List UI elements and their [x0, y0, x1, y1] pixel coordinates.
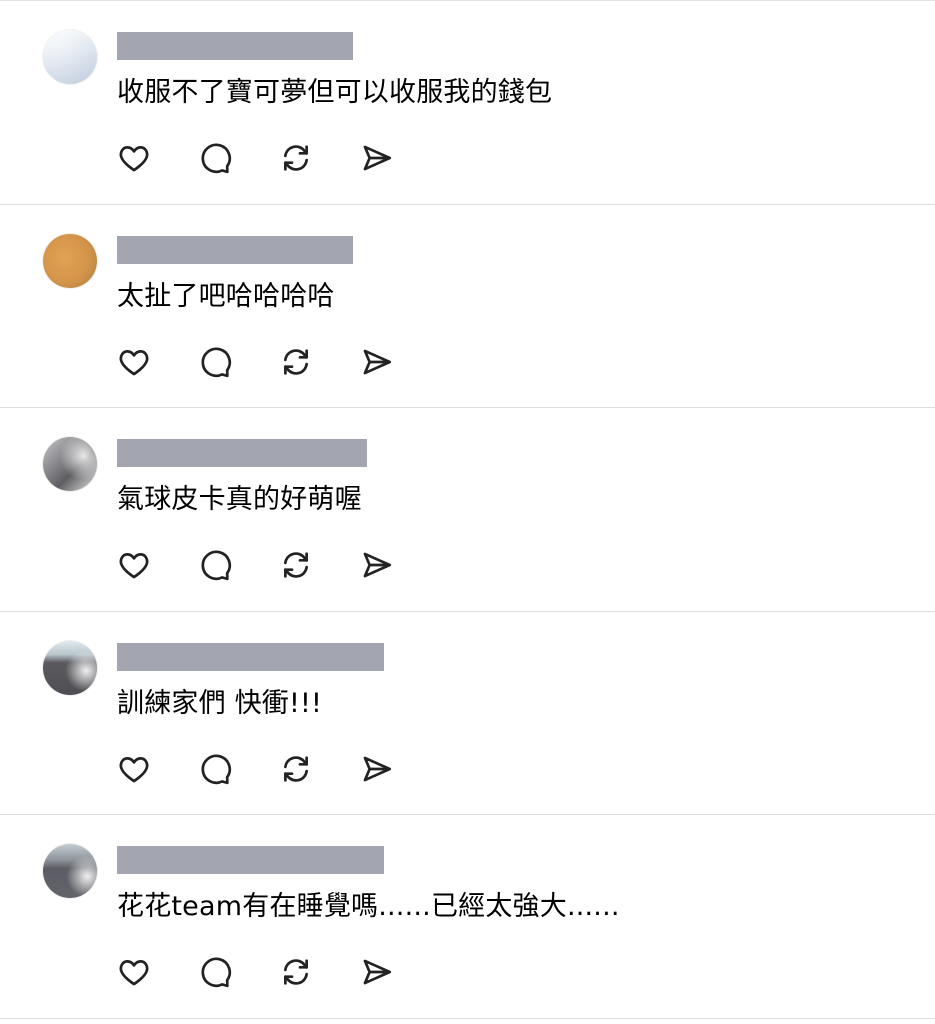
- comment-button[interactable]: [195, 342, 235, 382]
- send-icon: [363, 756, 392, 782]
- share-button[interactable]: [357, 138, 397, 178]
- heart-icon: [119, 960, 149, 986]
- share-button[interactable]: [357, 952, 397, 992]
- speech-bubble-icon: [201, 347, 232, 377]
- username-redacted[interactable]: [117, 846, 384, 875]
- action-bar: [114, 341, 438, 383]
- repost-icon: [284, 756, 308, 782]
- avatar[interactable]: [43, 437, 97, 492]
- username-redacted[interactable]: [117, 439, 367, 468]
- comment-button[interactable]: [195, 952, 235, 992]
- heart-icon: [119, 146, 149, 172]
- heart-icon: [119, 349, 149, 375]
- send-icon: [363, 959, 392, 985]
- reply-post: 訓練家們 快衝!!!: [0, 612, 935, 816]
- heart-icon: [119, 756, 149, 783]
- speech-bubble-icon: [201, 754, 232, 785]
- post-text: 收服不了寶可夢但可以收服我的錢包: [117, 77, 553, 108]
- speech-bubble-icon: [201, 550, 232, 581]
- avatar[interactable]: [43, 233, 97, 288]
- post-text: 訓練家們 快衝!!!: [117, 687, 323, 719]
- speech-bubble-icon: [201, 143, 232, 174]
- repost-button[interactable]: [276, 342, 316, 382]
- reply-post: 收服不了寶可夢但可以收服我的錢包: [0, 1, 935, 205]
- avatar[interactable]: [43, 844, 97, 899]
- like-button[interactable]: [114, 952, 154, 992]
- share-button[interactable]: [357, 342, 397, 382]
- repost-icon: [284, 348, 308, 375]
- avatar[interactable]: [43, 30, 97, 84]
- post-text: 花花team有在睡覺嗎......已經太強大......: [117, 891, 620, 923]
- username-redacted[interactable]: [117, 32, 353, 60]
- heart-icon: [119, 553, 149, 579]
- action-bar: [114, 544, 438, 586]
- share-button[interactable]: [357, 749, 397, 789]
- avatar[interactable]: [43, 640, 97, 695]
- repost-button[interactable]: [276, 138, 316, 178]
- post-text: 氣球皮卡真的好萌喔: [117, 484, 362, 516]
- post-text: 太扯了吧哈哈哈哈: [117, 280, 335, 312]
- action-bar: [114, 951, 438, 993]
- send-icon: [363, 349, 392, 374]
- repost-icon: [284, 959, 308, 986]
- reply-post: 花花team有在睡覺嗎......已經太強大......: [0, 815, 935, 1019]
- like-button[interactable]: [114, 138, 154, 178]
- speech-bubble-icon: [201, 957, 232, 988]
- send-icon: [363, 552, 392, 578]
- username-redacted[interactable]: [117, 642, 384, 671]
- like-button[interactable]: [114, 545, 154, 585]
- like-button[interactable]: [114, 342, 154, 382]
- send-icon: [363, 145, 392, 171]
- reply-feed: 收服不了寶可夢但可以收服我的錢包 太扯了吧哈哈哈哈 氣球皮卡真的好萌喔 訓練家們…: [0, 0, 935, 1024]
- repost-button[interactable]: [276, 952, 316, 992]
- repost-button[interactable]: [276, 545, 316, 585]
- repost-button[interactable]: [276, 749, 316, 789]
- comment-button[interactable]: [195, 138, 235, 178]
- reply-post: 氣球皮卡真的好萌喔: [0, 408, 935, 612]
- comment-button[interactable]: [195, 749, 235, 789]
- reply-post: 太扯了吧哈哈哈哈: [0, 205, 935, 409]
- like-button[interactable]: [114, 749, 154, 789]
- comment-button[interactable]: [195, 545, 235, 585]
- action-bar: [114, 748, 438, 790]
- repost-icon: [284, 552, 308, 578]
- share-button[interactable]: [357, 545, 397, 585]
- repost-icon: [284, 145, 308, 171]
- username-redacted[interactable]: [117, 235, 353, 264]
- action-bar: [114, 137, 438, 179]
